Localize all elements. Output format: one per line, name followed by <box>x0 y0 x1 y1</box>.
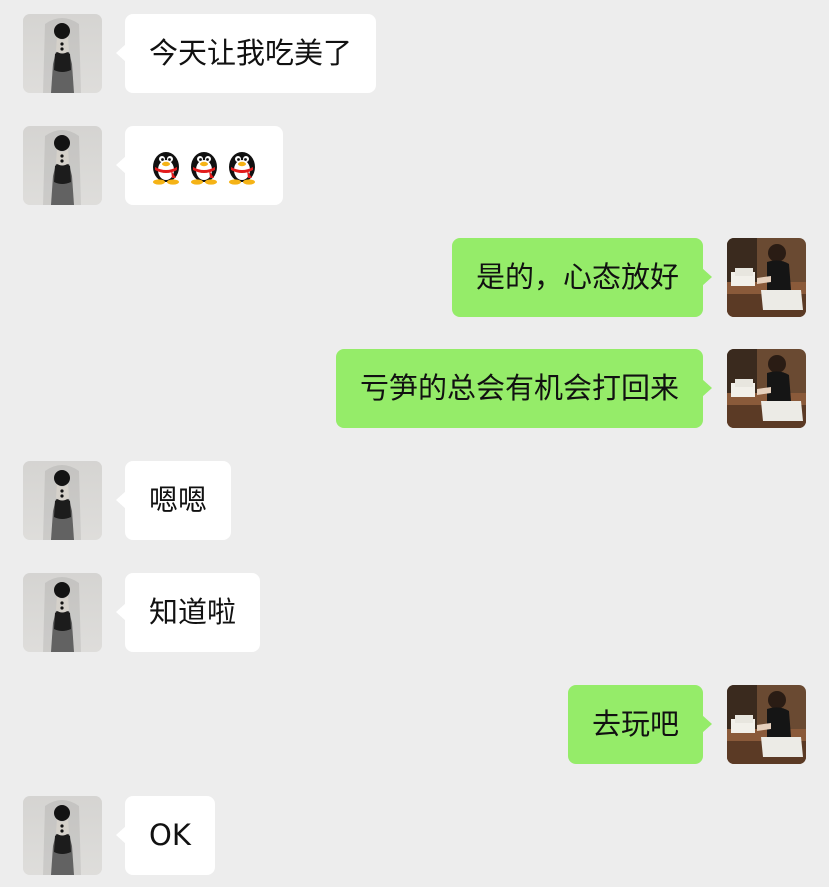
contact-avatar[interactable] <box>23 573 102 652</box>
contact-avatar[interactable] <box>23 14 102 93</box>
self-avatar[interactable] <box>727 685 806 764</box>
incoming-message-bubble[interactable]: 知道啦 <box>115 573 261 652</box>
message-row: 嗯嗯 <box>0 461 829 541</box>
outgoing-message-bubble[interactable]: 亏笋的总会有机会打回来 <box>335 349 713 428</box>
self-avatar[interactable] <box>727 238 806 317</box>
outgoing-message-bubble[interactable]: 去玩吧 <box>567 685 713 764</box>
incoming-message-bubble[interactable]: 今天让我吃美了 <box>115 14 377 93</box>
message-row: 是的，心态放好 <box>0 238 829 318</box>
message-text: 亏笋的总会有机会打回来 <box>359 371 679 405</box>
message-row: 亏笋的总会有机会打回来 <box>0 349 829 429</box>
message-text: 嗯嗯 <box>149 483 208 517</box>
message-row: OK <box>0 796 829 876</box>
message-row <box>0 126 829 206</box>
emoji-group <box>149 126 259 205</box>
penguin-icon <box>149 147 183 185</box>
message-text: 今天让我吃美了 <box>149 36 353 70</box>
message-text: 是的，心态放好 <box>475 260 679 294</box>
message-row: 去玩吧 <box>0 685 829 765</box>
contact-avatar[interactable] <box>23 126 102 205</box>
message-text: 去玩吧 <box>591 707 679 741</box>
incoming-message-bubble[interactable]: 嗯嗯 <box>115 461 232 540</box>
message-text: 知道啦 <box>149 595 237 629</box>
message-text: OK <box>149 818 191 852</box>
message-row: 知道啦 <box>0 573 829 653</box>
penguin-icon <box>187 147 221 185</box>
incoming-message-bubble[interactable]: OK <box>116 796 215 875</box>
outgoing-message-bubble[interactable]: 是的，心态放好 <box>451 238 713 317</box>
self-avatar[interactable] <box>727 349 806 428</box>
contact-avatar[interactable] <box>23 461 102 540</box>
penguin-icon <box>225 147 259 185</box>
incoming-message-bubble[interactable] <box>116 126 283 205</box>
contact-avatar[interactable] <box>23 796 102 875</box>
message-row: 今天让我吃美了 <box>0 14 829 94</box>
